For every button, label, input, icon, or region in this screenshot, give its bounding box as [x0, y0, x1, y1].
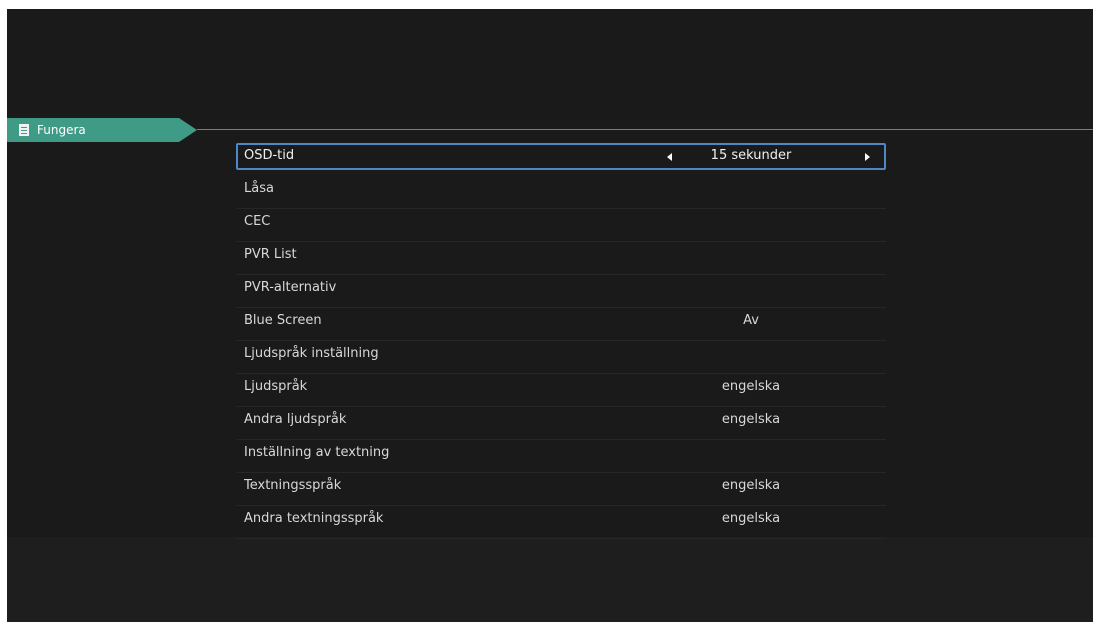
menu-item-label: PVR List — [244, 247, 297, 262]
menu-item-ljudsprak[interactable]: Ljudspråk engelska — [236, 374, 886, 407]
menu-item-label: Ljudspråk — [244, 379, 308, 394]
tab-fungera[interactable]: Fungera — [7, 118, 197, 142]
menu-item-lasa[interactable]: Låsa — [236, 176, 886, 209]
menu-item-label: Låsa — [244, 181, 274, 196]
menu-item-blue-screen[interactable]: Blue Screen Av — [236, 308, 886, 341]
bottom-band — [7, 537, 1093, 622]
menu-item-label: Inställning av textning — [244, 445, 390, 460]
menu-item-label: PVR-alternativ — [244, 280, 337, 295]
menu-item-cec[interactable]: CEC — [236, 209, 886, 242]
menu-item-label: OSD-tid — [244, 148, 295, 163]
menu-item-pvr-alternativ[interactable]: PVR-alternativ — [236, 275, 886, 308]
menu-item-pvr-list[interactable]: PVR List — [236, 242, 886, 275]
menu-item-textningssprak[interactable]: Textningsspråk engelska — [236, 473, 886, 506]
menu-item-value: engelska — [721, 412, 781, 427]
menu-item-andra-ljudsprak[interactable]: Andra ljudspråk engelska — [236, 407, 886, 440]
menu-item-value: engelska — [721, 511, 781, 526]
tab-divider-line — [197, 129, 1093, 130]
document-list-icon — [19, 124, 29, 136]
menu-item-label: Ljudspråk inställning — [244, 346, 379, 361]
menu-item-label: Textningsspråk — [244, 478, 342, 493]
menu-item-value: Av — [743, 313, 759, 328]
menu-item-value: engelska — [721, 478, 781, 493]
tv-screen: Fungera OSD-tid 15 sekunder Låsa CEC PVR… — [7, 9, 1093, 622]
menu-item-label: Andra ljudspråk — [244, 412, 347, 427]
menu-item-andra-textningssprak[interactable]: Andra textningsspråk engelska — [236, 506, 886, 539]
menu-item-value: engelska — [721, 379, 781, 394]
menu-item-value: 15 sekunder — [710, 148, 792, 163]
menu-item-osd-tid[interactable]: OSD-tid 15 sekunder — [236, 143, 886, 170]
menu-item-ljudsprak-installning[interactable]: Ljudspråk inställning — [236, 341, 886, 374]
settings-menu: OSD-tid 15 sekunder Låsa CEC PVR List PV… — [236, 143, 886, 539]
tab-label: Fungera — [37, 123, 86, 137]
menu-item-label: CEC — [244, 214, 271, 229]
arrow-left-icon[interactable] — [667, 153, 672, 161]
menu-item-installning-av-textning[interactable]: Inställning av textning — [236, 440, 886, 473]
menu-item-label: Blue Screen — [244, 313, 322, 328]
menu-item-label: Andra textningsspråk — [244, 511, 384, 526]
arrow-right-icon[interactable] — [865, 153, 870, 161]
